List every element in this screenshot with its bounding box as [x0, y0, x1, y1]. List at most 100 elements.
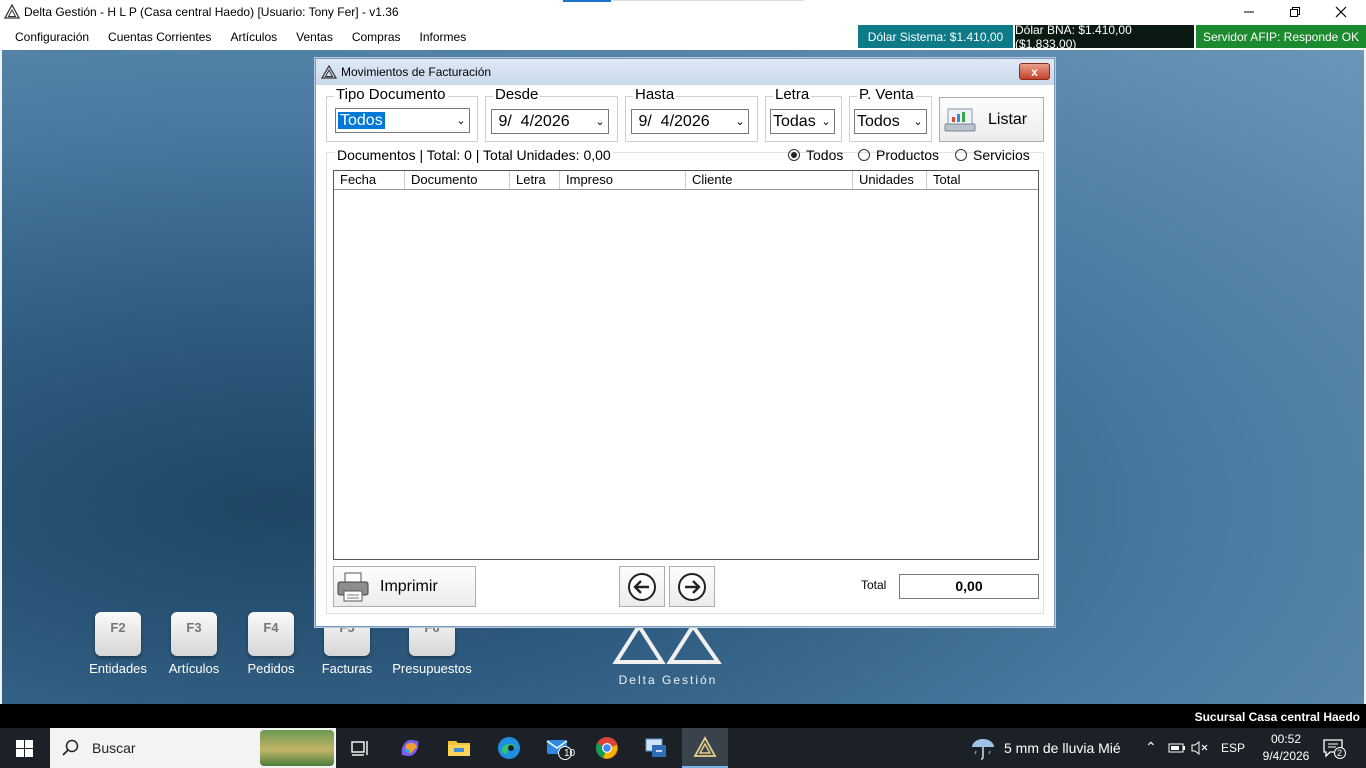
- start-button[interactable]: [0, 728, 48, 768]
- search-icon: [62, 739, 79, 756]
- column-header-total[interactable]: Total: [927, 171, 1038, 189]
- menu-informes[interactable]: Informes: [410, 30, 476, 44]
- documents-table[interactable]: Fecha Documento Letra Impreso Cliente Un…: [333, 170, 1039, 560]
- volume-muted-icon[interactable]: [1191, 740, 1209, 756]
- results-summary: Documentos | Total: 0 | Total Unidades: …: [335, 147, 613, 163]
- shortcut-label: Entidades: [89, 661, 147, 676]
- app-title-bar: Delta Gestión - H L P (Casa central Haed…: [0, 0, 1366, 24]
- listar-label: Listar: [988, 110, 1028, 128]
- next-button[interactable]: [669, 566, 715, 607]
- clock-time[interactable]: 00:52: [1267, 732, 1305, 746]
- rain-weather-icon: [972, 739, 994, 760]
- chrome-button[interactable]: [584, 728, 630, 768]
- menu-articulos[interactable]: Artículos: [220, 30, 286, 44]
- report-icon: [944, 108, 976, 131]
- filter-radio-todos[interactable]: Todos: [788, 147, 843, 163]
- close-icon: x: [1031, 64, 1038, 79]
- language-indicator[interactable]: ESP: [1221, 741, 1245, 755]
- desde-label: Desde: [493, 86, 541, 103]
- column-header-cliente[interactable]: Cliente: [686, 171, 853, 189]
- shortcut-pedidos[interactable]: F4 Pedidos: [239, 612, 303, 676]
- shortcut-label: Facturas: [321, 661, 373, 676]
- battery-icon[interactable]: [1168, 741, 1186, 755]
- column-header-fecha[interactable]: Fecha: [334, 171, 405, 189]
- column-header-impreso[interactable]: Impreso: [560, 171, 686, 189]
- desde-value: 9/ 4/2026: [494, 112, 570, 130]
- remote-desktop-button[interactable]: [633, 728, 679, 768]
- chevron-down-icon: ⌄: [735, 116, 745, 128]
- delta-brand-icon: [612, 622, 722, 664]
- weather-text[interactable]: 5 mm de lluvia Mié: [1004, 740, 1121, 756]
- menu-compras[interactable]: Compras: [342, 30, 410, 44]
- mail-button[interactable]: 10: [536, 728, 582, 768]
- menu-ventas[interactable]: Ventas: [286, 30, 342, 44]
- movimientos-dialog: Movimientos de Facturación x Tipo Docume…: [315, 58, 1055, 627]
- radio-unchecked-icon: [955, 149, 967, 161]
- column-header-letra[interactable]: Letra: [510, 171, 560, 189]
- dialog-title-bar: Movimientos de Facturación x: [316, 59, 1054, 85]
- chevron-down-icon: ⌄: [913, 116, 923, 128]
- f4-key-icon: F4: [248, 612, 294, 656]
- tipo-documento-value: Todos: [338, 111, 385, 129]
- total-value: 0,00: [899, 574, 1039, 599]
- letra-label: Letra: [773, 86, 812, 103]
- column-header-documento[interactable]: Documento: [405, 171, 510, 189]
- restore-icon: [1290, 7, 1300, 17]
- menu-configuracion[interactable]: Configuración: [0, 30, 98, 44]
- chrome-icon: [595, 737, 618, 759]
- restore-button[interactable]: [1272, 0, 1318, 24]
- p-venta-select[interactable]: Todos ⌄: [854, 109, 927, 134]
- chevron-up-icon[interactable]: ⌃: [1145, 739, 1157, 756]
- delta-logo-icon: [321, 64, 337, 79]
- shortcut-label: Presupuestos: [392, 661, 472, 676]
- taskbar-search[interactable]: Buscar: [50, 728, 336, 768]
- desde-date-picker[interactable]: 9/ 4/2026 ⌄: [491, 109, 609, 134]
- menu-cuentas-corrientes[interactable]: Cuentas Corrientes: [98, 30, 220, 44]
- delta-gestion-task-button[interactable]: [682, 728, 728, 768]
- filter-radio-productos[interactable]: Productos: [858, 147, 939, 163]
- table-header: Fecha Documento Letra Impreso Cliente Un…: [334, 171, 1038, 190]
- dialog-close-button[interactable]: x: [1019, 63, 1050, 80]
- sucursal-bar: Sucursal Casa central Haedo: [0, 704, 1366, 728]
- clock-date[interactable]: 9/4/2026: [1256, 749, 1316, 763]
- file-explorer-button[interactable]: [436, 728, 482, 768]
- p-venta-value: Todos: [857, 112, 900, 130]
- servidor-afip-status: Servidor AFIP: Responde OK: [1196, 25, 1366, 48]
- arrow-right-icon: [678, 572, 706, 601]
- tipo-documento-select[interactable]: Todos ⌄: [335, 108, 470, 133]
- chevron-down-icon: ⌄: [595, 116, 605, 128]
- minimize-icon: [1244, 11, 1254, 13]
- imprimir-button[interactable]: Imprimir: [333, 566, 476, 607]
- search-highlight-image: [260, 730, 334, 766]
- hasta-date-picker[interactable]: 9/ 4/2026 ⌄: [631, 109, 749, 134]
- edge-icon: [498, 737, 520, 759]
- radio-checked-icon: [788, 149, 800, 161]
- f3-key-icon: F3: [171, 612, 217, 656]
- radio-unchecked-icon: [858, 149, 870, 161]
- dolar-bna-status: Dólar BNA: $1.410,00 ($1.833,00): [1015, 23, 1194, 51]
- total-label: Total: [861, 578, 887, 592]
- minimize-button[interactable]: [1226, 0, 1272, 24]
- edge-browser-button[interactable]: [486, 728, 532, 768]
- chevron-down-icon: ⌄: [456, 115, 466, 127]
- close-icon: [1335, 6, 1347, 18]
- notifications-badge: 2: [1337, 748, 1343, 758]
- folder-icon: [448, 741, 470, 756]
- listar-button[interactable]: Listar: [939, 97, 1044, 142]
- task-view-button[interactable]: [337, 728, 383, 768]
- column-header-unidades[interactable]: Unidades: [853, 171, 927, 189]
- delta-logo-icon: [693, 736, 717, 757]
- hasta-value: 9/ 4/2026: [634, 112, 710, 130]
- previous-button[interactable]: [619, 566, 665, 607]
- notifications-icon[interactable]: [1322, 738, 1346, 760]
- p-venta-label: P. Venta: [857, 86, 916, 103]
- close-button[interactable]: [1318, 0, 1364, 24]
- shortcut-articulos[interactable]: F3 Artículos: [162, 612, 226, 676]
- letra-select[interactable]: Todas ⌄: [770, 109, 835, 134]
- brand-logo: Delta Gestión: [612, 622, 724, 687]
- search-placeholder: Buscar: [92, 740, 136, 756]
- shortcut-entidades[interactable]: F2 Entidades: [86, 612, 150, 676]
- filter-radio-servicios[interactable]: Servicios: [955, 147, 1030, 163]
- copilot-button[interactable]: [387, 728, 433, 768]
- taskbar: Buscar 10 5 mm de lluvia Mié ⌃ ESP 00:52…: [0, 728, 1366, 768]
